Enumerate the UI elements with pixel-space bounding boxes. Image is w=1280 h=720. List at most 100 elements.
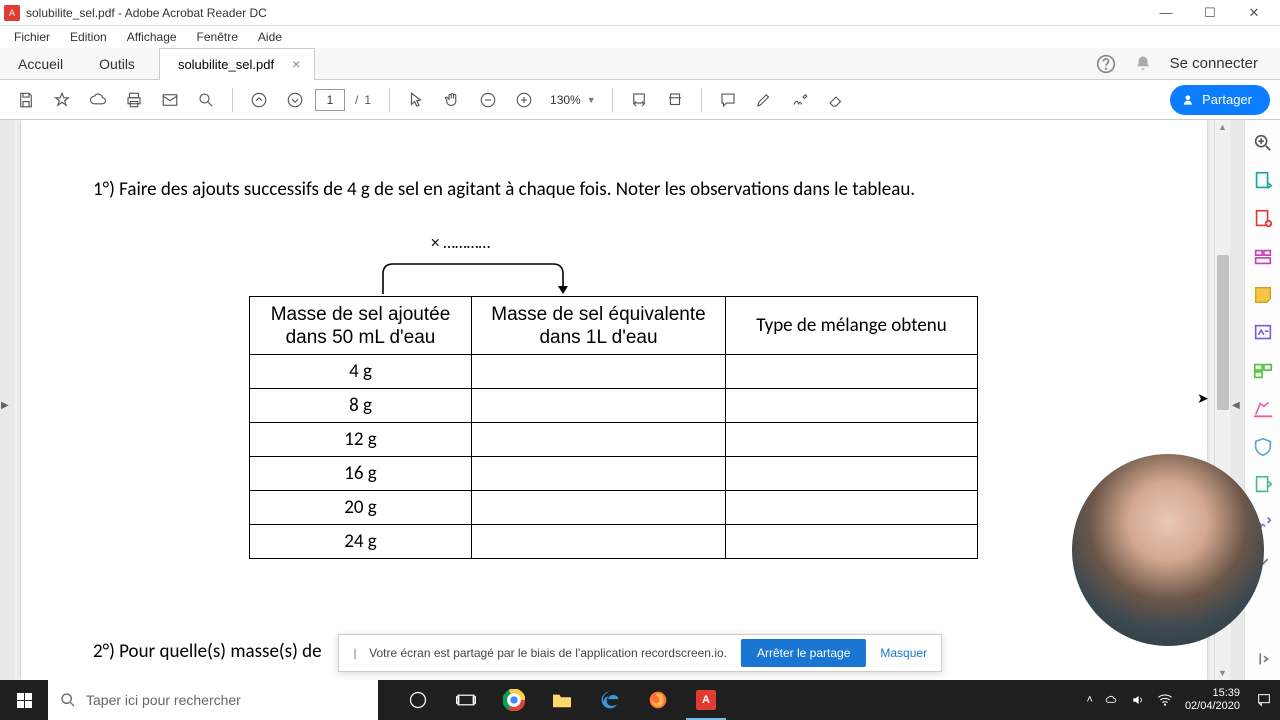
table-row: 8 g [250,389,472,423]
share-button[interactable]: Partager [1170,85,1270,115]
clock-time: 15:39 [1185,687,1240,700]
expand-left-icon[interactable]: ▶ [1,400,9,411]
solubility-table: Masse de sel ajoutéedans 50 mL d'eau Mas… [249,296,978,559]
tab-row: Accueil Outils solubilite_sel.pdf × Se c… [0,48,1280,80]
clock-date: 02/04/2020 [1185,700,1240,713]
table-row: 16 g [250,457,472,491]
collapse-panel-icon[interactable] [1252,648,1274,670]
search-icon[interactable] [190,84,222,116]
tab-close-icon[interactable]: × [288,56,304,72]
protect-icon[interactable] [1252,436,1274,458]
expand-right-icon[interactable]: ◀ [1232,400,1240,411]
table-row: 20 g [250,491,472,525]
help-icon[interactable] [1096,54,1116,74]
tab-home[interactable]: Accueil [0,48,81,80]
bell-icon[interactable] [1134,55,1152,73]
signin-link[interactable]: Se connecter [1170,55,1258,72]
table-row: 24 g [250,525,472,559]
page-up-icon[interactable] [243,84,275,116]
firefox-icon[interactable] [634,680,682,720]
cloud-icon[interactable] [82,84,114,116]
tray-chevron-icon[interactable]: ˄ [1087,694,1093,706]
fit-width-icon[interactable] [623,84,655,116]
sign-icon[interactable] [784,84,816,116]
left-panel-collapsed[interactable]: ▶ [0,120,14,680]
organize-icon[interactable] [1252,360,1274,382]
email-icon[interactable] [154,84,186,116]
stop-share-button[interactable]: Arrêter le partage [741,639,866,667]
cortana-icon[interactable] [394,680,442,720]
zoom-out-icon[interactable] [472,84,504,116]
share-person-icon [1182,93,1196,107]
highlight-icon[interactable] [748,84,780,116]
volume-icon[interactable] [1131,693,1145,707]
table-header-2: Masse de sel équivalentedans 1L d'eau [472,297,726,355]
fit-page-icon[interactable] [659,84,691,116]
compress-icon[interactable] [1252,474,1274,496]
sticky-note-icon[interactable] [1252,284,1274,306]
menubar: Fichier Edition Affichage Fenêtre Aide [0,26,1280,48]
taskview-icon[interactable] [442,680,490,720]
scroll-thumb[interactable] [1217,255,1229,410]
page-viewport[interactable]: 1°) Faire des ajouts successifs de 4 g d… [14,120,1214,680]
menu-edit[interactable]: Edition [60,28,117,46]
search-tool-icon[interactable] [1252,132,1274,154]
hand-tool-icon[interactable] [436,84,468,116]
acrobat-taskbar-icon[interactable]: A [682,680,730,720]
multiply-label: × ………… [431,232,490,253]
wifi-icon[interactable] [1157,694,1173,706]
search-placeholder: Taper ici pour rechercher [86,692,241,708]
bracket-arrow-icon [373,258,573,298]
menu-file[interactable]: Fichier [4,28,60,46]
titlebar: A solubilite_sel.pdf - Adobe Acrobat Rea… [0,0,1280,26]
save-icon[interactable] [10,84,42,116]
scroll-down-icon[interactable]: ▼ [1218,668,1227,678]
fill-sign-icon[interactable] [1252,322,1274,344]
toolbar: / 1 130% ▼ Partager [0,80,1280,120]
notifications-icon[interactable] [1256,692,1272,708]
taskbar-clock[interactable]: 15:39 02/04/2020 [1185,687,1244,713]
start-button[interactable] [0,680,48,720]
menu-help[interactable]: Aide [248,28,292,46]
page-total: 1 [364,93,371,107]
print-icon[interactable] [118,84,150,116]
cursor-tool-icon[interactable] [400,84,432,116]
page-number-input[interactable] [315,89,345,111]
windows-logo-icon [17,693,32,708]
question-1-text: 1°) Faire des ajouts successifs de 4 g d… [93,178,915,201]
edit-pdf-icon[interactable] [1252,246,1274,268]
close-button[interactable]: ✕ [1232,0,1276,26]
window-title: solubilite_sel.pdf - Adobe Acrobat Reade… [26,6,1144,20]
hide-share-button[interactable]: Masquer [880,646,927,660]
explorer-icon[interactable] [538,680,586,720]
menu-window[interactable]: Fenêtre [187,28,248,46]
create-pdf-icon[interactable] [1252,208,1274,230]
star-icon[interactable] [46,84,78,116]
question-2-text: 2°) Pour quelle(s) masse(s) de [93,640,322,663]
menu-view[interactable]: Affichage [117,28,187,46]
taskbar-search[interactable]: Taper ici pour rechercher [48,680,378,720]
eraser-icon[interactable] [820,84,852,116]
edge-icon[interactable] [586,680,634,720]
table-row: 4 g [250,355,472,389]
redact-icon[interactable] [1252,398,1274,420]
onedrive-icon[interactable] [1105,693,1119,707]
export-pdf-icon[interactable] [1252,170,1274,192]
chrome-icon[interactable] [490,680,538,720]
maximize-button[interactable]: ☐ [1188,0,1232,26]
system-tray: ˄ 15:39 02/04/2020 [1079,680,1280,720]
webcam-overlay [1072,454,1264,646]
tab-document[interactable]: solubilite_sel.pdf × [159,48,315,80]
drag-handle-icon[interactable]: || [353,646,355,660]
zoom-in-icon[interactable] [508,84,540,116]
table-header-1: Masse de sel ajoutéedans 50 mL d'eau [250,297,472,355]
zoom-value[interactable]: 130% [550,93,581,107]
search-icon [60,692,76,708]
zoom-dropdown-icon[interactable]: ▼ [587,95,596,105]
share-label: Partager [1202,92,1252,107]
page-down-icon[interactable] [279,84,311,116]
comment-icon[interactable] [712,84,744,116]
minimize-button[interactable]: — [1144,0,1188,26]
scroll-up-icon[interactable]: ▲ [1218,122,1227,132]
tab-tools[interactable]: Outils [81,48,153,80]
